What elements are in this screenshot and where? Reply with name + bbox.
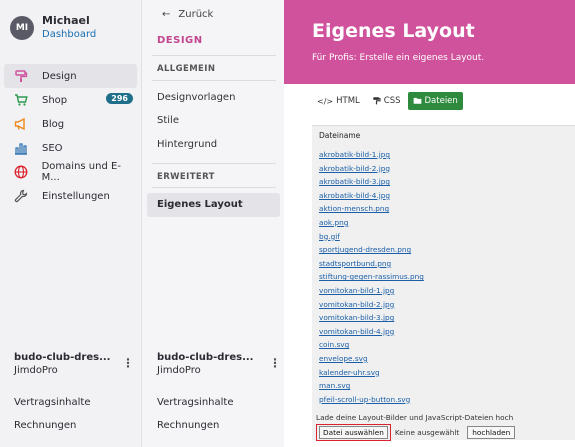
file-link[interactable]: vomitokan-bild-4.jpg xyxy=(319,325,575,339)
column-header-filename: Dateiname xyxy=(319,131,361,140)
nav-item-seo[interactable]: SEO xyxy=(4,136,137,160)
nav-label: Design xyxy=(42,70,77,82)
file-link[interactable]: aok.png xyxy=(319,216,575,230)
choose-file-button[interactable]: Datei auswählen xyxy=(316,424,391,441)
file-link[interactable]: coin.svg xyxy=(319,338,575,352)
divider xyxy=(152,80,276,81)
nav-label: SEO xyxy=(42,142,63,154)
file-link[interactable]: sportjugend-dresden.png xyxy=(319,243,575,257)
globe-icon xyxy=(12,165,30,179)
main-content: Eigenes Layout Für Profis: Erstelle ein … xyxy=(284,0,575,447)
file-link[interactable]: vomitokan-bild-2.jpg xyxy=(319,298,575,312)
nav-label: Einstellungen xyxy=(42,190,110,202)
file-link[interactable]: akrobatik-bild-1.jpg xyxy=(319,148,575,162)
back-button[interactable]: ← Zurück xyxy=(162,9,221,20)
shop-count-badge: 296 xyxy=(106,93,133,104)
nav-item-blog[interactable]: Blog xyxy=(4,112,137,136)
tab-css[interactable]: CSS xyxy=(367,92,406,110)
file-link[interactable]: akrobatik-bild-2.jpg xyxy=(319,162,575,176)
file-link[interactable]: akrobatik-bild-4.jpg xyxy=(319,189,575,203)
upload-controls: Datei auswählen Keine ausgewählt hochlad… xyxy=(316,424,516,441)
dashboard-link[interactable]: Dashboard xyxy=(42,28,96,42)
site-plan: JimdoPro xyxy=(14,365,58,376)
contracts-link[interactable]: Vertragsinhalte xyxy=(14,397,90,408)
invoices-link[interactable]: Rechnungen xyxy=(157,420,219,431)
page-title: Eigenes Layout xyxy=(312,20,475,42)
paint-roller-icon xyxy=(372,96,381,107)
nav-item-settings[interactable]: Einstellungen xyxy=(4,184,137,208)
user-info: MI Michael Dashboard xyxy=(10,14,96,42)
file-link[interactable]: kalender-uhr.svg xyxy=(319,366,575,380)
submenu-item-styles[interactable]: Stile xyxy=(157,115,179,126)
site-name: budo-club-dres... xyxy=(14,352,111,363)
site-info: budo-club-dres... JimdoPro ⋮ xyxy=(157,352,281,376)
tab-label: CSS xyxy=(383,96,401,106)
page-subtitle: Für Profis: Erstelle ein eigenes Layout. xyxy=(312,53,485,63)
code-icon: </> xyxy=(317,96,334,106)
file-link[interactable]: envelope.svg xyxy=(319,352,575,366)
nav-item-design[interactable]: Design xyxy=(4,64,137,88)
nav-item-shop[interactable]: Shop 296 xyxy=(4,88,137,112)
file-link[interactable]: vomitokan-bild-3.jpg xyxy=(319,311,575,325)
choose-file-label: Datei auswählen xyxy=(319,426,388,439)
site-plan: JimdoPro xyxy=(157,365,201,376)
back-label: Zurück xyxy=(178,9,214,20)
page-header: Eigenes Layout Für Profis: Erstelle ein … xyxy=(284,0,575,84)
bar-chart-icon xyxy=(12,141,30,155)
divider xyxy=(152,187,276,188)
file-link[interactable]: man.svg xyxy=(319,379,575,393)
tab-files[interactable]: Dateien xyxy=(407,92,463,110)
submenu-item-background[interactable]: Hintergrund xyxy=(157,139,217,150)
nav-item-domains[interactable]: Domains und E-M... xyxy=(4,160,137,184)
submenu-item-label: Eigenes Layout xyxy=(157,199,243,210)
file-link[interactable]: vomitokan-bild-1.jpg xyxy=(319,284,575,298)
more-options-icon[interactable]: ⋮ xyxy=(269,356,281,370)
tab-label: HTML xyxy=(336,96,360,106)
section-heading-advanced: ERWEITERT xyxy=(157,172,215,182)
site-info: budo-club-dres... JimdoPro ⋮ xyxy=(14,352,134,376)
file-list: akrobatik-bild-1.jpg akrobatik-bild-2.jpg… xyxy=(319,148,575,406)
nav-label: Domains und E-M... xyxy=(41,161,121,183)
main-nav: Design Shop 296 Blog SEO Domains und E-M… xyxy=(4,64,137,208)
submenu-item-design-templates[interactable]: Designvorlagen xyxy=(157,92,235,103)
contracts-link[interactable]: Vertragsinhalte xyxy=(157,397,233,408)
design-submenu: ← Zurück DESIGN ALLGEMEIN Designvorlagen … xyxy=(141,0,284,447)
file-link[interactable]: stadtsportbund.png xyxy=(319,257,575,271)
folder-icon xyxy=(413,96,422,107)
nav-label: Shop xyxy=(42,94,68,106)
user-name: Michael xyxy=(42,14,90,27)
site-name: budo-club-dres... xyxy=(157,352,254,363)
paint-roller-icon xyxy=(12,69,30,83)
upload-button[interactable]: hochladen xyxy=(467,426,516,439)
nav-label: Blog xyxy=(42,118,65,130)
divider xyxy=(152,163,276,164)
avatar[interactable]: MI xyxy=(10,16,34,40)
file-link[interactable]: aktion-mensch.png xyxy=(319,202,575,216)
tab-html[interactable]: </> HTML xyxy=(312,92,365,110)
arrow-left-icon: ← xyxy=(162,9,171,20)
file-link[interactable]: stiftung-gegen-rassimus.png xyxy=(319,270,575,284)
files-panel: Dateiname akrobatik-bild-1.jpg akrobatik-… xyxy=(312,125,575,441)
wrench-icon xyxy=(12,189,30,203)
cart-icon xyxy=(12,93,30,107)
upload-instructions: Lade deine Layout-Bilder und JavaScript-… xyxy=(316,413,514,422)
submenu-title: DESIGN xyxy=(157,35,203,46)
megaphone-icon xyxy=(12,117,30,131)
invoices-link[interactable]: Rechnungen xyxy=(14,420,76,431)
file-link[interactable]: pfeil-scroll-up-button.svg xyxy=(319,393,575,407)
editor-tabs: </> HTML CSS Dateien xyxy=(312,92,465,110)
file-link[interactable]: bg.gif xyxy=(319,230,575,244)
more-options-icon[interactable]: ⋮ xyxy=(122,356,134,370)
section-heading-general: ALLGEMEIN xyxy=(157,64,216,74)
main-sidebar: MI Michael Dashboard Design Shop 296 Blo… xyxy=(0,0,141,447)
divider xyxy=(152,55,276,56)
file-link[interactable]: akrobatik-bild-3.jpg xyxy=(319,175,575,189)
no-file-selected-text: Keine ausgewählt xyxy=(394,428,460,437)
tab-label: Dateien xyxy=(424,96,458,106)
